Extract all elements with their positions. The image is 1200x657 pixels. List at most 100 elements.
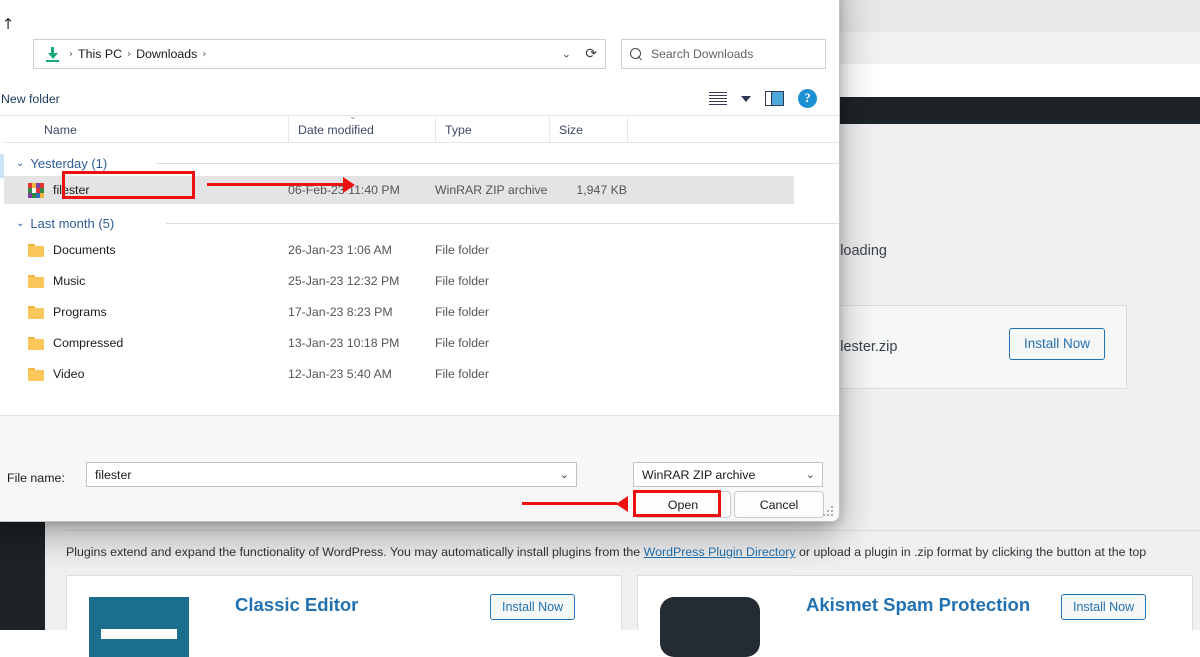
chevron-down-icon[interactable]: ⌄ <box>562 48 571 61</box>
file-name-label-static: File name: <box>7 471 65 485</box>
column-header-name[interactable]: Name <box>35 116 288 143</box>
address-bar[interactable]: › This PC › Downloads › ⌄ ⟳ <box>33 39 606 69</box>
content-divider <box>66 530 1200 531</box>
install-now-button-akismet[interactable]: Install Now <box>1061 594 1146 620</box>
winrar-archive-icon <box>28 183 44 198</box>
cancel-button[interactable]: Cancel <box>734 491 824 518</box>
group-divider <box>166 223 840 224</box>
group-header-yesterday[interactable]: ⌄ Yesterday (1) <box>16 150 107 176</box>
plugins-description: Plugins extend and expand the functional… <box>66 545 1200 559</box>
file-size-cell <box>549 329 627 357</box>
column-header-type[interactable]: Type <box>435 116 549 143</box>
breadcrumb-downloads[interactable]: Downloads <box>136 47 197 61</box>
file-name-cell: Compressed <box>28 329 123 357</box>
sort-chevron-icon: ⌄ <box>349 112 357 122</box>
help-icon[interactable]: ? <box>798 89 817 108</box>
file-size-cell <box>549 298 627 326</box>
folder-icon <box>28 275 44 288</box>
up-arrow-icon[interactable]: ↑ <box>0 11 21 37</box>
file-type-select[interactable]: WinRAR ZIP archive ⌄ <box>633 462 823 487</box>
folder-icon <box>28 306 44 319</box>
wordpress-plugin-directory-link[interactable]: WordPress Plugin Directory <box>644 545 796 559</box>
plugin-title-akismet[interactable]: Akismet Spam Protection <box>806 594 1030 616</box>
search-icon <box>630 48 643 61</box>
column-header-size[interactable]: Size <box>549 116 627 143</box>
file-date-cell: 25-Jan-23 12:32 PM <box>288 267 399 295</box>
file-name-cell: Music <box>28 267 85 295</box>
group-divider <box>156 163 840 164</box>
refresh-icon[interactable]: ⟳ <box>585 46 597 62</box>
table-row[interactable]: Documents 26-Jan-23 1:06 AM File folder <box>4 236 794 264</box>
annotation-arrow-to-file <box>207 183 344 186</box>
file-type-cell: File folder <box>435 236 489 264</box>
column-header-date-modified[interactable]: Date modified <box>288 116 435 143</box>
uploaded-file-name: filester.zip <box>833 339 897 355</box>
folder-icon <box>28 337 44 350</box>
plugins-description-post: or upload a plugin in .zip format by cli… <box>796 545 1147 559</box>
chevron-down-icon[interactable]: ⌄ <box>560 468 569 481</box>
group-label: Last month (5) <box>30 216 114 231</box>
file-name-input[interactable]: filester ⌄ <box>86 462 577 487</box>
install-now-upload-button[interactable]: Install Now <box>1009 328 1105 360</box>
plugin-card-classic-editor: Classic Editor Install Now <box>66 575 622 630</box>
file-name-cell: Documents <box>28 236 116 264</box>
downloads-folder-icon <box>44 46 61 62</box>
breadcrumb-separator-2: › <box>202 49 206 60</box>
resize-grip[interactable] <box>823 506 834 517</box>
file-type-cell: WinRAR ZIP archive <box>435 176 548 204</box>
chevron-down-icon[interactable]: ⌄ <box>16 218 24 229</box>
search-box[interactable]: Search Downloads <box>621 39 826 69</box>
plugin-card-akismet: Akismet Spam Protection Install Now <box>637 575 1193 630</box>
file-name-cell: Video <box>28 360 84 388</box>
open-button[interactable]: Open <box>635 491 731 518</box>
breadcrumb-separator-1: › <box>127 49 131 60</box>
plugin-title-classic-editor[interactable]: Classic Editor <box>235 594 358 616</box>
file-type-cell: File folder <box>435 360 489 388</box>
breadcrumb-separator-0: › <box>69 49 73 60</box>
table-row[interactable]: Compressed 13-Jan-23 10:18 PM File folde… <box>4 329 794 357</box>
file-name-cell: filester <box>28 176 90 204</box>
file-type-cell: File folder <box>435 298 489 326</box>
table-row[interactable]: Programs 17-Jan-23 8:23 PM File folder <box>4 298 794 326</box>
file-name-label: Music <box>53 274 85 288</box>
file-date-cell: 12-Jan-23 5:40 AM <box>288 360 392 388</box>
view-list-icon[interactable] <box>709 92 727 106</box>
file-date-cell: 13-Jan-23 10:18 PM <box>288 329 399 357</box>
preview-pane-icon[interactable] <box>765 91 784 106</box>
toolbar-right-group: ? <box>709 89 817 108</box>
file-name-label: filester <box>53 183 90 197</box>
file-size-cell <box>549 236 627 264</box>
group-header-last-month[interactable]: ⌄ Last month (5) <box>16 210 114 236</box>
file-type-cell: File folder <box>435 329 489 357</box>
table-row[interactable]: Music 25-Jan-23 12:32 PM File folder <box>4 267 794 295</box>
chevron-down-icon[interactable]: ⌄ <box>16 158 24 169</box>
install-now-button-classic-editor[interactable]: Install Now <box>490 594 575 620</box>
annotation-arrow-to-open <box>522 502 617 505</box>
search-input[interactable]: Search Downloads <box>651 47 753 61</box>
file-name-input-value: filester <box>95 468 132 482</box>
file-name-label: Compressed <box>53 336 123 350</box>
group-label: Yesterday (1) <box>30 156 107 171</box>
file-size-cell <box>549 360 627 388</box>
file-date-cell: 26-Jan-23 1:06 AM <box>288 236 392 264</box>
column-header-spacer <box>627 116 707 143</box>
chevron-down-icon[interactable]: ⌄ <box>806 468 815 481</box>
breadcrumb-this-pc[interactable]: This PC <box>78 47 122 61</box>
column-headers: Name Date modified Type Size ⌄ <box>4 116 840 143</box>
new-folder-button[interactable]: New folder <box>1 92 60 106</box>
table-row[interactable]: filester 06-Feb-23 11:40 PM WinRAR ZIP a… <box>4 176 794 204</box>
plugins-description-pre: Plugins extend and expand the functional… <box>66 545 644 559</box>
file-list: Name Date modified Type Size ⌄ ⌄ Yesterd… <box>4 116 840 415</box>
chevron-down-icon[interactable] <box>741 96 751 102</box>
file-type-cell: File folder <box>435 267 489 295</box>
file-type-select-value: WinRAR ZIP archive <box>642 468 755 482</box>
file-name-label: Video <box>53 367 84 381</box>
file-date-cell: 17-Jan-23 8:23 PM <box>288 298 393 326</box>
folder-icon <box>28 244 44 257</box>
table-row[interactable]: Video 12-Jan-23 5:40 AM File folder <box>4 360 794 388</box>
akismet-thumbnail-icon <box>660 597 760 657</box>
file-open-dialog: ✕ ↑ › This PC › Downloads › ⌄ ⟳ Search D… <box>0 0 840 522</box>
folder-icon <box>28 368 44 381</box>
classic-editor-thumbnail-icon <box>89 597 189 657</box>
file-size-cell: 1,947 KB <box>549 176 627 204</box>
